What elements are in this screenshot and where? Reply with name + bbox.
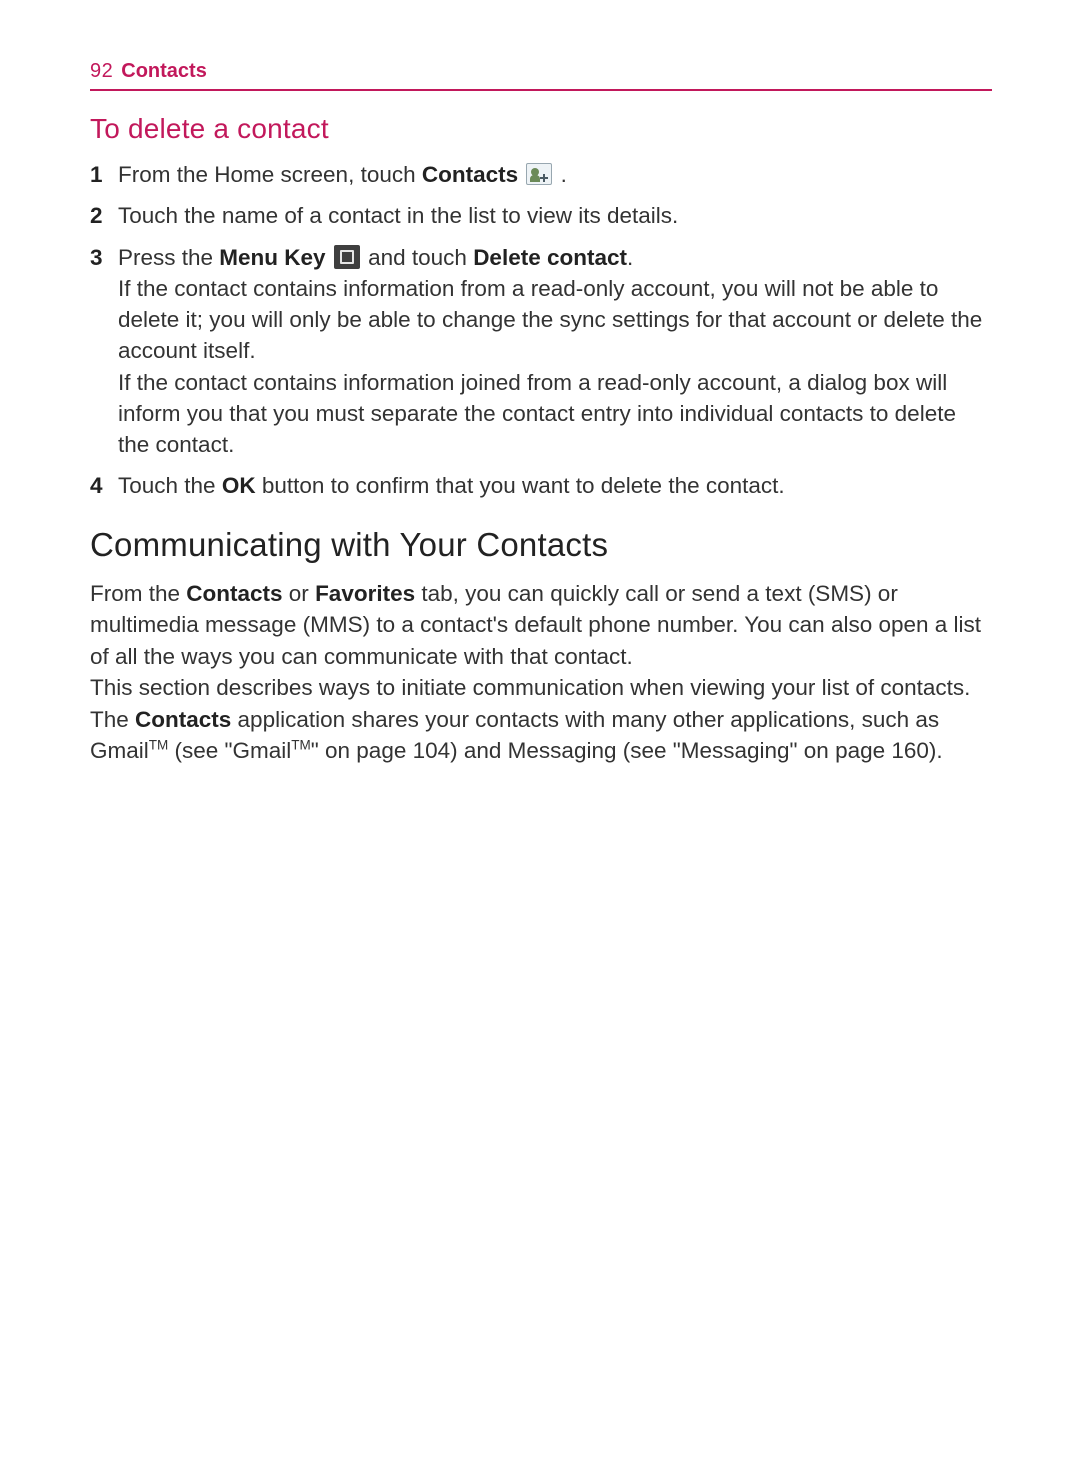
step-paragraph: If the contact contains information join… — [118, 367, 992, 461]
step-number: 3 — [90, 242, 103, 273]
step-item: 3 Press the Menu Key and touch Delete co… — [118, 242, 992, 461]
step-item: 2 Touch the name of a contact in the lis… — [118, 200, 992, 231]
trademark: TM — [149, 738, 169, 753]
bold-term: OK — [222, 473, 256, 498]
step-text: . — [627, 245, 633, 270]
step-text — [326, 245, 332, 270]
step-text: . — [554, 162, 567, 187]
body-paragraph: From the Contacts or Favorites tab, you … — [90, 578, 992, 673]
step-item: 1 From the Home screen, touch Contacts . — [118, 159, 992, 190]
text: From the — [90, 581, 186, 606]
bold-term: Contacts — [422, 162, 518, 187]
running-header: 92 Contacts — [90, 60, 992, 91]
bold-term: Contacts — [135, 707, 231, 732]
section-heading: Communicating with Your Contacts — [90, 526, 992, 564]
body-paragraph: This section describes ways to initiate … — [90, 672, 992, 767]
step-text — [518, 162, 524, 187]
text: (see "Gmail — [168, 738, 291, 763]
step-list: 1 From the Home screen, touch Contacts .… — [118, 159, 992, 502]
step-text: Touch the name of a contact in the list … — [118, 203, 678, 228]
bold-term: Contacts — [186, 581, 282, 606]
section-name: Contacts — [121, 60, 207, 83]
step-paragraph: If the contact contains information from… — [118, 273, 992, 367]
menu-key-icon — [334, 245, 360, 269]
step-text: Touch the — [118, 473, 222, 498]
subsection-title: To delete a contact — [90, 113, 992, 145]
step-text: Press the — [118, 245, 219, 270]
contacts-icon — [526, 163, 552, 185]
bold-term: Menu Key — [219, 245, 325, 270]
step-text: From the Home screen, touch — [118, 162, 422, 187]
text: " on page 104) and Messaging (see "Messa… — [311, 738, 943, 763]
trademark: TM — [291, 738, 311, 753]
step-item: 4 Touch the OK button to confirm that yo… — [118, 470, 992, 501]
step-number: 2 — [90, 200, 103, 231]
bold-term: Favorites — [315, 581, 415, 606]
step-number: 4 — [90, 470, 103, 501]
step-text: button to confirm that you want to delet… — [256, 473, 785, 498]
text: or — [283, 581, 316, 606]
manual-page: 92 Contacts To delete a contact 1 From t… — [0, 0, 1080, 767]
step-text: and touch — [362, 245, 473, 270]
page-number: 92 — [90, 60, 113, 83]
bold-term: Delete contact — [473, 245, 627, 270]
step-number: 1 — [90, 159, 103, 190]
